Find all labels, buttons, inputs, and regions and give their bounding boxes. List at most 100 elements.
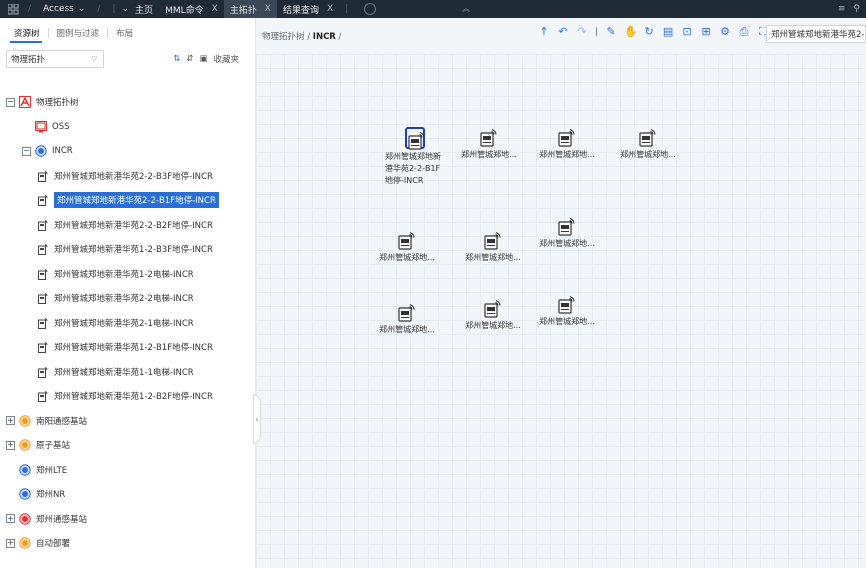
tab-label: 主拓扑 <box>229 5 257 16</box>
tree-row[interactable]: − 物理拓扑树 <box>6 92 79 112</box>
chevron-down-icon[interactable]: ⌄ <box>122 4 130 14</box>
tree-item-label: 郑州管城郑地新港华苑2-2-B3F地停-INCR <box>54 171 213 182</box>
globe-icon <box>19 488 31 500</box>
orange-globe-icon <box>19 439 31 451</box>
topology-node[interactable]: 郑州管城郑地... <box>372 230 442 264</box>
separator: | <box>112 4 116 14</box>
edit-icon[interactable]: ✎ <box>605 26 617 38</box>
tab-home[interactable]: 主页 <box>129 0 159 18</box>
topology-node[interactable]: 郑州管城郑地... <box>458 230 528 264</box>
breadcrumb-root[interactable]: 物理拓扑树 <box>262 32 305 42</box>
collapse-chevron-icon[interactable]: ︽ <box>462 3 470 14</box>
topology-node[interactable]: 郑州管城郑地... <box>532 216 602 250</box>
tree-row[interactable]: 郑州管城郑地新港华苑1-2-B2F地停-INCR <box>38 386 213 406</box>
unlock-icon[interactable]: ⊡ <box>681 26 693 38</box>
topology-node[interactable]: 郑州管城郑地... <box>613 127 683 161</box>
tree-item-label: INCR <box>52 146 73 156</box>
topology-node[interactable]: 郑州管城郑地... <box>532 294 602 328</box>
redo-icon[interactable]: ↷ <box>576 26 588 38</box>
device-icon <box>558 127 576 147</box>
favorites-icon[interactable]: ▣ <box>199 54 207 64</box>
up-arrow-icon[interactable]: ↑ <box>538 26 550 38</box>
expand-icon[interactable]: + <box>6 514 15 523</box>
hand-icon[interactable]: ✋ <box>624 26 638 38</box>
tree-row[interactable]: − INCR <box>22 141 73 161</box>
resource-panel: 资源树 图例与过滤 布局 物理拓扑 ▽ ⇅ ⇵ ▣ 收藏夹 − 物理拓扑树 OSS −… <box>0 18 256 568</box>
refresh-icon[interactable]: ↻ <box>643 26 655 38</box>
save-icon[interactable]: ▤ <box>662 26 674 38</box>
node-label: 郑州管城郑地... <box>539 317 595 326</box>
breadcrumb-separator: / <box>335 32 342 42</box>
orange-globe-icon <box>19 537 31 549</box>
access-menu[interactable]: Access ⌄ <box>37 0 91 18</box>
topology-type-select[interactable]: 物理拓扑 ▽ <box>6 50 104 68</box>
device-icon <box>639 127 657 147</box>
tree-row[interactable]: + 南阳通感基站 <box>6 411 87 431</box>
tree-row[interactable]: 郑州管城郑地新港华苑2-2电梯-INCR <box>38 288 194 308</box>
tree-item-label: 郑州管城郑地新港华苑2-1电梯-INCR <box>54 318 194 329</box>
print-icon[interactable]: ⎙ <box>738 26 750 38</box>
tree-row[interactable]: 郑州管城郑地新港华苑2-2-B1F地停-INCR <box>38 190 219 210</box>
tree-row[interactable]: 郑州管城郑地新港华苑2-2-B3F地停-INCR <box>38 166 213 186</box>
node-search-input[interactable]: 郑州管城郑地新港华苑2-2- <box>766 25 866 43</box>
tab-main-topology[interactable]: 主拓扑 X <box>223 0 277 18</box>
sort-descending-icon[interactable]: ⇵ <box>186 54 193 64</box>
tree-row[interactable]: OSS <box>22 117 69 137</box>
tab-legend-filter[interactable]: 图例与过滤 <box>49 18 108 48</box>
panel-collapse-handle[interactable]: ‹ <box>253 394 261 444</box>
search-icon[interactable]: ⚲ <box>853 4 860 14</box>
topology-canvas-area: 物理拓扑树 / INCR / ↑ ↶ ↷ | ✎ ✋ ↻ ▤ ⊡ ⊞ ⚙ ⎙ ⛶… <box>253 18 866 568</box>
device-icon <box>398 230 416 250</box>
expand-icon[interactable]: + <box>6 416 15 425</box>
tab-label: 图例与过滤 <box>56 29 100 39</box>
node-label: 郑州管城郑地新港华苑2-2-B1F地停-INCR <box>385 152 441 185</box>
history-icon[interactable] <box>364 3 377 15</box>
tree-item-label: 自动部署 <box>36 539 71 549</box>
favorites-label[interactable]: 收藏夹 <box>213 53 239 65</box>
tab-resource-tree[interactable]: 资源树 <box>6 18 48 48</box>
globe-icon <box>19 463 31 476</box>
node-label: 郑州管城郑地... <box>461 150 517 159</box>
close-icon[interactable]: X <box>265 4 271 14</box>
device-icon <box>38 219 48 231</box>
sort-ascending-icon[interactable]: ⇅ <box>173 54 180 64</box>
topology-node[interactable]: 郑州管城郑地... <box>372 302 442 336</box>
tree-row[interactable]: 郑州NR <box>6 484 65 504</box>
tab-layout[interactable]: 布局 <box>108 18 141 48</box>
topology-node[interactable]: 郑州管城郑地新港华苑2-2-B1F地停-INCR <box>380 127 450 187</box>
expand-icon[interactable]: + <box>6 538 15 548</box>
export-icon[interactable]: ⊞ <box>700 26 712 38</box>
tree-row[interactable]: 郑州LTE <box>6 460 67 480</box>
collapse-icon[interactable]: − <box>22 146 31 156</box>
tree-row[interactable]: 郑州管城郑地新港华苑1-1电梯-INCR <box>38 362 194 382</box>
topology-node[interactable]: 郑州管城郑地... <box>532 127 602 161</box>
tree-item-label: 郑州管城郑地新港华苑1-2电梯-INCR <box>54 269 194 280</box>
collapse-icon[interactable]: − <box>6 97 15 107</box>
settings-icon[interactable]: ⚙ <box>719 26 731 38</box>
topology-node[interactable]: 郑州管城郑地... <box>458 298 528 332</box>
topology-node[interactable]: 郑州管城郑地... <box>454 127 524 161</box>
device-icon <box>480 127 498 147</box>
close-icon[interactable]: X <box>212 4 218 14</box>
tree-item-label: 南阳通感基站 <box>36 416 88 427</box>
topo-root-icon <box>19 96 31 108</box>
tree-row[interactable]: 郑州管城郑地新港华苑1-2-B1F地停-INCR <box>38 337 213 357</box>
menu-icon[interactable]: ≡ <box>838 4 846 14</box>
separator: / <box>97 4 101 14</box>
expand-icon[interactable]: + <box>6 440 15 450</box>
topology-canvas[interactable]: 郑州管城郑地新港华苑2-2-B1F地停-INCR 郑州管城郑地... 郑州管城郑地.… <box>256 54 866 568</box>
tree-row[interactable]: + 原子基站 <box>6 435 70 455</box>
tree-row[interactable]: 郑州管城郑地新港华苑1-2电梯-INCR <box>38 264 194 284</box>
undo-icon[interactable]: ↶ <box>557 26 569 38</box>
tree-row[interactable]: + 郑州通感基站 <box>6 509 87 529</box>
close-icon[interactable]: X <box>327 4 333 14</box>
tree-row[interactable]: 郑州管城郑地新港华苑2-1电梯-INCR <box>38 313 194 333</box>
tree-item-label: 郑州管城郑地新港华苑1-1电梯-INCR <box>54 367 194 378</box>
tab-mml[interactable]: MML命令 X <box>159 0 224 18</box>
device-icon <box>38 341 48 353</box>
apps-grid-icon[interactable] <box>4 0 22 18</box>
tree-row[interactable]: 郑州管城郑地新港华苑1-2-B3F地停-INCR <box>38 239 213 259</box>
tab-result-query[interactable]: 结果查询 X <box>277 0 339 18</box>
tree-row[interactable]: + 自动部署 <box>6 533 70 553</box>
tree-row[interactable]: 郑州管城郑地新港华苑2-2-B2F地停-INCR <box>38 215 213 235</box>
